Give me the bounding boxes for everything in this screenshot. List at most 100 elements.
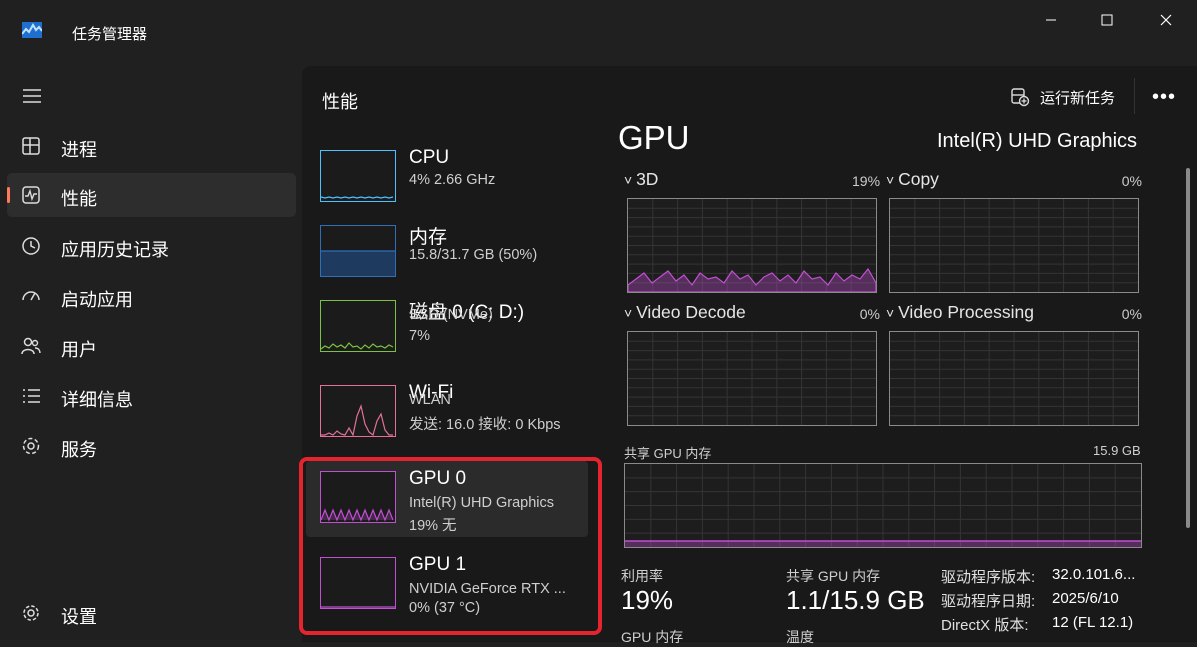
device-thumbnail-graph — [320, 225, 396, 277]
sidebar-item-label: 启动应用 — [61, 290, 133, 310]
engine-percent: 0% — [859, 306, 880, 322]
maximize-icon — [1101, 14, 1113, 26]
sidebar-item-services[interactable]: 服务 — [7, 424, 296, 468]
utilization-label: 利用率 — [621, 568, 663, 584]
gpu-title: GPU — [618, 119, 690, 156]
shared-memory-max: 15.9 GB — [1093, 443, 1141, 458]
driver-version-value: 32.0.101.6... — [1052, 566, 1136, 583]
sidebar-item-label: 进程 — [61, 140, 97, 160]
sidebar-item-label: 详细信息 — [61, 390, 133, 410]
maximize-button[interactable] — [1084, 8, 1130, 32]
engine-label[interactable]: ˅ Copy — [886, 169, 939, 190]
run-new-task-label: 运行新任务 — [1040, 89, 1116, 107]
directx-version-value: 12 (FL 12.1) — [1052, 614, 1134, 631]
engine-graph — [889, 198, 1139, 293]
close-icon — [1160, 14, 1172, 26]
minimize-button[interactable] — [1028, 8, 1074, 32]
sidebar-item-label: 应用历史记录 — [61, 240, 169, 260]
shared-memory-graph-svg — [625, 464, 1141, 547]
shared-memory-label: 共享 GPU 内存 — [624, 446, 712, 461]
device-line1: WLAN — [409, 392, 451, 408]
sidebar-item-label: 用户 — [61, 340, 97, 360]
engine-graph — [627, 331, 877, 426]
engine-graph-svg — [628, 332, 876, 425]
engine-name: Copy — [898, 169, 939, 189]
engine-graph — [889, 331, 1139, 426]
engine-graph — [627, 198, 877, 293]
shared-mem-stat-label: 共享 GPU 内存 — [786, 568, 881, 584]
engine-name: 3D — [636, 169, 659, 189]
task-manager-logo-icon — [22, 22, 42, 38]
history-icon — [22, 237, 40, 255]
sidebar-item-label: 性能 — [61, 189, 97, 209]
device-line2: 发送: 16.0 接收: 0 Kbps — [409, 417, 561, 433]
sidebar-item-details[interactable]: 详细信息 — [7, 374, 296, 418]
device-line2: 7% — [409, 328, 430, 344]
details-icon — [23, 389, 40, 403]
shared-memory-graph — [624, 463, 1142, 548]
engine-label[interactable]: ˅ Video Processing — [886, 302, 1034, 323]
processes-icon — [22, 137, 40, 155]
utilization-value: 19% — [621, 585, 674, 615]
sidebar-item-processes[interactable]: 进程 — [7, 124, 296, 168]
thumbnail-sparkline — [321, 403, 393, 436]
sidebar-item-performance[interactable]: 性能 — [7, 173, 296, 217]
chevron-down-icon: ˅ — [886, 305, 899, 321]
gpu-memory-label: GPU 内存 — [621, 629, 684, 645]
engine-label[interactable]: ˅ 3D — [624, 169, 658, 190]
minimize-icon — [1046, 19, 1056, 21]
active-indicator — [7, 187, 10, 203]
thumbnail-sparkline — [321, 250, 395, 276]
engine-graph-svg — [628, 199, 876, 292]
page-title: 性能 — [322, 92, 358, 112]
device-name: 内存 — [409, 227, 448, 248]
more-options-button[interactable]: ••• — [1152, 86, 1176, 109]
chevron-down-icon: ˅ — [886, 172, 899, 188]
sidebar-item-settings[interactable]: 设置 — [7, 591, 296, 635]
services-icon — [22, 437, 40, 455]
device-item-0[interactable]: CPU 4% 2.66 GHz — [306, 140, 588, 216]
chevron-down-icon: ˅ — [624, 172, 637, 188]
engine-label[interactable]: ˅ Video Decode — [624, 302, 746, 323]
device-line1: SSD (NVMe) — [409, 307, 493, 323]
run-task-icon — [1011, 88, 1030, 107]
startup-icon — [22, 291, 40, 301]
directx-version-key: DirectX 版本: — [941, 617, 1029, 634]
engine-graph-svg — [890, 332, 1138, 425]
gear-icon — [23, 605, 39, 621]
highlight-box — [299, 457, 602, 635]
hamburger-menu-icon[interactable] — [22, 86, 42, 106]
shared-mem-stat-value: 1.1/15.9 GB — [786, 585, 925, 615]
header-divider — [1134, 78, 1135, 114]
users-icon — [21, 337, 41, 355]
device-thumbnail-graph — [320, 300, 396, 352]
thumbnail-sparkline — [321, 342, 394, 350]
scrollbar[interactable] — [1186, 168, 1190, 528]
engine-percent: 0% — [1121, 173, 1142, 189]
chevron-down-icon: ˅ — [624, 305, 637, 321]
device-item-2[interactable]: 磁盘 0 (C: D:) SSD (NVMe) 7% — [306, 290, 588, 366]
driver-date-key: 驱动程序日期: — [941, 593, 1036, 610]
sidebar-item-label: 设置 — [61, 607, 97, 627]
engine-percent: 0% — [1121, 306, 1142, 322]
driver-date-value: 2025/6/10 — [1052, 590, 1119, 607]
device-item-3[interactable]: Wi-Fi WLAN 发送: 16.0 接收: 0 Kbps — [306, 375, 588, 451]
run-new-task-button[interactable]: 运行新任务 — [1010, 86, 1115, 108]
device-name: CPU — [409, 147, 450, 168]
performance-icon — [22, 186, 40, 204]
shared-memory-usage-fill — [625, 541, 1141, 547]
device-thumbnail-graph — [320, 385, 396, 437]
device-item-1[interactable]: 内存 15.8/31.7 GB (50%) — [306, 215, 588, 291]
close-button[interactable] — [1143, 8, 1189, 32]
temperature-label: 温度 — [786, 629, 814, 645]
sidebar-item-history[interactable]: 应用历史记录 — [7, 224, 296, 268]
sidebar-item-label: 服务 — [61, 440, 97, 460]
window-title: 任务管理器 — [72, 26, 148, 43]
sidebar-item-startup[interactable]: 启动应用 — [7, 274, 296, 318]
device-line1: 15.8/31.7 GB (50%) — [409, 247, 538, 263]
sidebar-item-users[interactable]: 用户 — [7, 324, 296, 368]
gpu-model-name: Intel(R) UHD Graphics — [937, 130, 1138, 152]
engine-name: Video Processing — [898, 302, 1034, 322]
engine-graph-svg — [890, 199, 1138, 292]
device-thumbnail-graph — [320, 150, 396, 202]
